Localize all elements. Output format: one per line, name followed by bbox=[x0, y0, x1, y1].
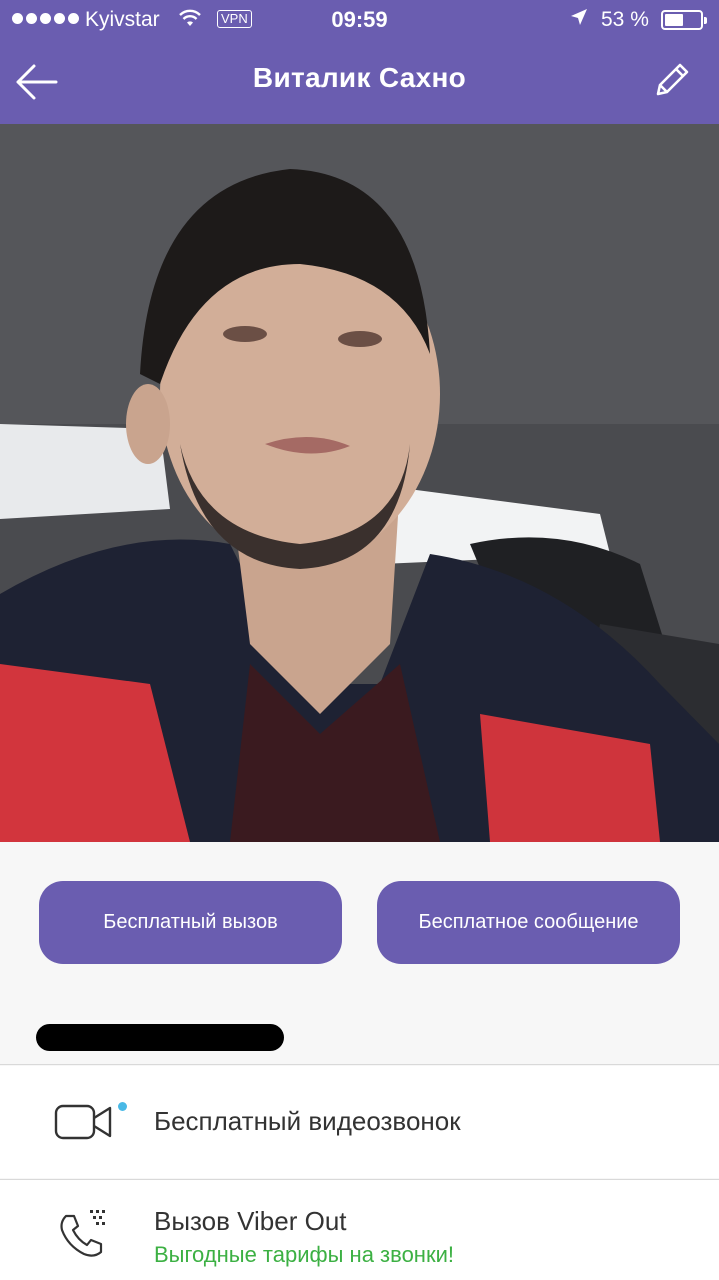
location-arrow-icon bbox=[570, 8, 588, 32]
redacted-phone-number bbox=[36, 1024, 284, 1051]
viber-out-promo-text: Выгодные тарифы на звонки! bbox=[154, 1242, 454, 1267]
pencil-icon bbox=[656, 63, 689, 96]
top-bar: Kyivstar VPN 09:59 53 % Виталик Сахно bbox=[0, 0, 719, 124]
status-bar: Kyivstar VPN 09:59 53 % bbox=[0, 0, 719, 40]
viber-out-call-row[interactable]: Вызов Viber Out Выгодные тарифы на звонк… bbox=[0, 1180, 719, 1280]
viber-out-label: Вызов Viber Out bbox=[154, 1206, 347, 1236]
free-message-button[interactable]: Бесплатное сообщение bbox=[377, 881, 680, 964]
free-video-call-label: Бесплатный видеозвонок bbox=[154, 1106, 461, 1136]
battery-fill bbox=[665, 14, 683, 26]
new-indicator-dot bbox=[118, 1102, 127, 1111]
battery-icon bbox=[661, 10, 707, 30]
divider bbox=[0, 1064, 719, 1065]
phone-icon bbox=[54, 1208, 110, 1269]
contact-photo bbox=[0, 124, 719, 842]
contact-name-title: Виталик Сахно bbox=[252, 62, 467, 93]
edit-button[interactable] bbox=[650, 58, 694, 102]
video-camera-icon bbox=[54, 1102, 116, 1147]
free-video-call-row[interactable]: Бесплатный видеозвонок bbox=[0, 1066, 719, 1178]
free-call-button[interactable]: Бесплатный вызов bbox=[39, 881, 342, 964]
battery-percentage: 53 % bbox=[601, 8, 649, 31]
